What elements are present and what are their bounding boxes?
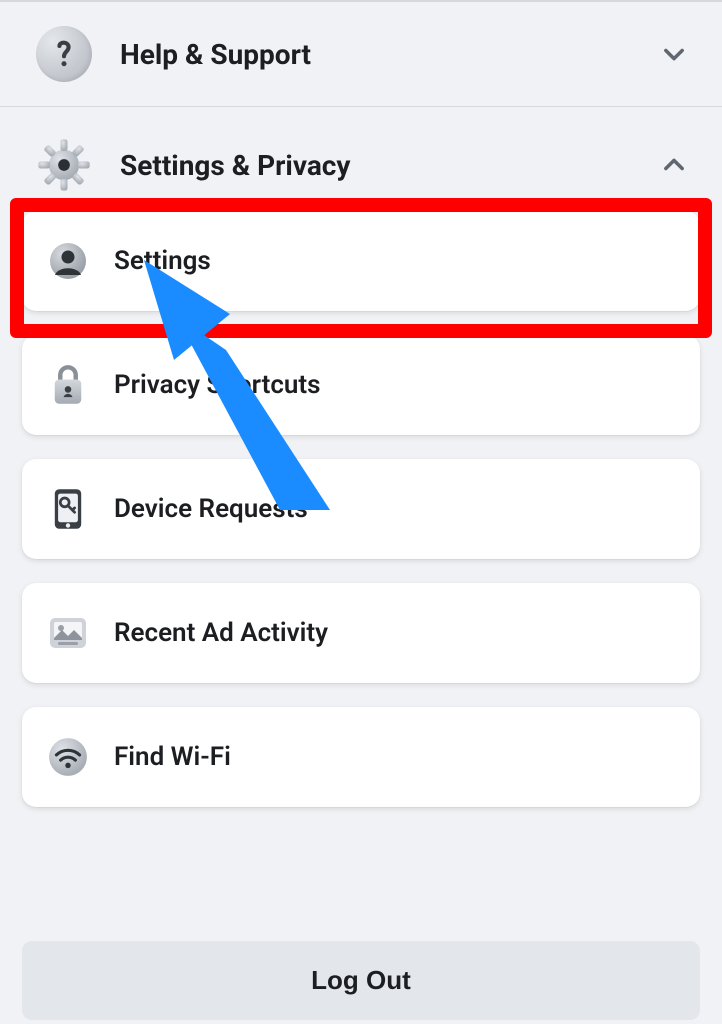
lock-icon: [46, 363, 90, 407]
settings-privacy-row[interactable]: Settings & Privacy: [0, 113, 722, 211]
help-support-row[interactable]: Help & Support: [0, 2, 722, 106]
menu-item-recent-ad-activity[interactable]: Recent Ad Activity: [22, 583, 700, 683]
menu-item-label: Recent Ad Activity: [114, 618, 328, 648]
logout-button[interactable]: Log Out: [22, 941, 700, 1020]
chevron-up-icon: [660, 151, 688, 179]
gear-icon: [36, 137, 92, 193]
image-icon: [46, 611, 90, 655]
device-key-icon: [46, 487, 90, 531]
settings-privacy-label: Settings & Privacy: [120, 149, 632, 182]
user-silhouette-icon: [46, 239, 90, 283]
menu-item-privacy-shortcuts[interactable]: Privacy Shortcuts: [22, 335, 700, 435]
menu-item-find-wifi[interactable]: Find Wi-Fi: [22, 707, 700, 807]
logout-label: Log Out: [311, 965, 411, 995]
question-icon: [36, 26, 92, 82]
settings-submenu: Settings Privacy Shortcuts: [0, 211, 722, 807]
menu-item-label: Settings: [114, 246, 211, 276]
menu-item-settings[interactable]: Settings: [22, 211, 700, 311]
help-support-label: Help & Support: [120, 38, 632, 71]
menu-item-label: Device Requests: [114, 494, 308, 524]
logout-wrap: Log Out: [22, 941, 700, 1020]
menu-item-label: Privacy Shortcuts: [114, 370, 321, 400]
chevron-down-icon: [660, 40, 688, 68]
wifi-icon: [46, 735, 90, 779]
menu-item-device-requests[interactable]: Device Requests: [22, 459, 700, 559]
menu-item-label: Find Wi-Fi: [114, 742, 231, 772]
section-divider: [0, 106, 722, 107]
